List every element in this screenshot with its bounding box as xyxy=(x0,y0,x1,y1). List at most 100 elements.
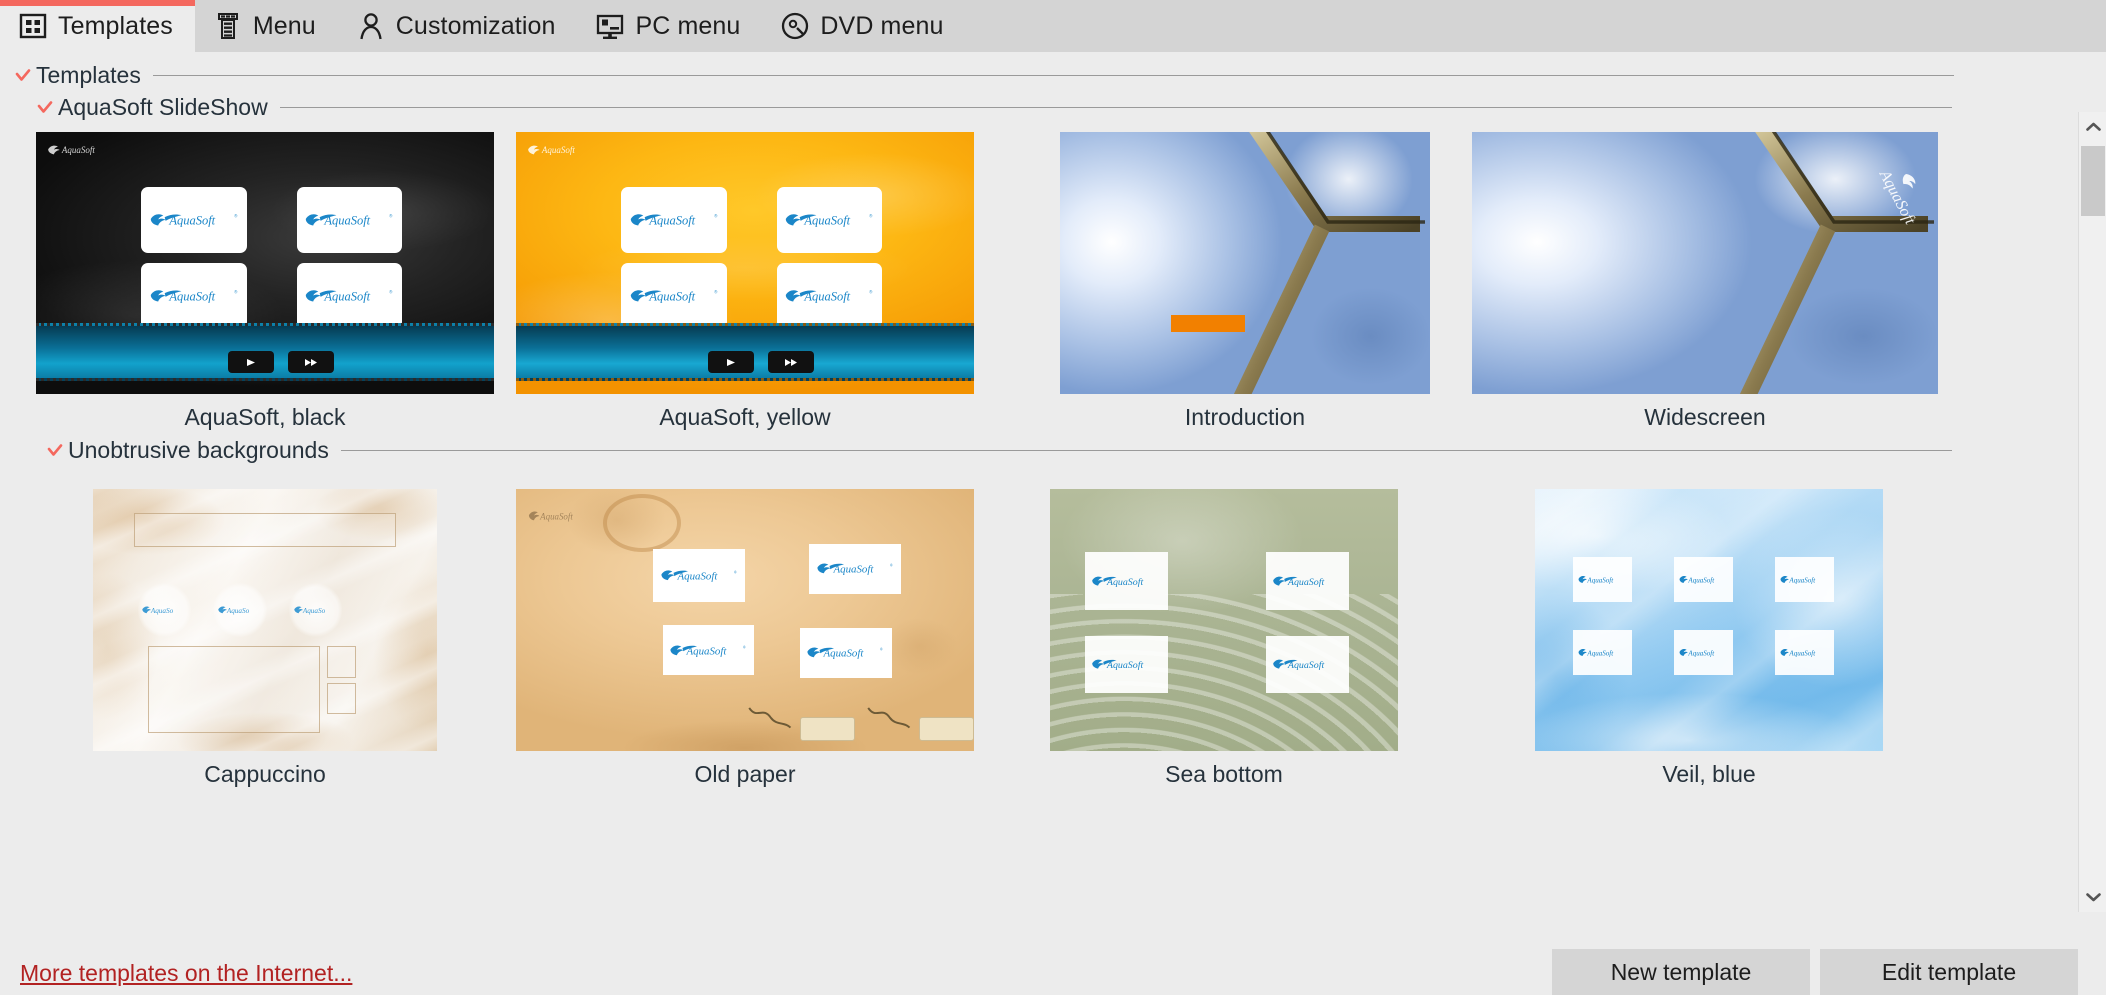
template-label: Veil, blue xyxy=(1535,761,1883,788)
group-divider xyxy=(280,107,1952,108)
chevron-collapse-icon[interactable] xyxy=(36,99,54,117)
svg-text:AquaSoft: AquaSoft xyxy=(1287,660,1325,671)
template-tile[interactable]: Introduction xyxy=(1060,132,1430,431)
logo-card: AquaSoft xyxy=(1674,557,1733,602)
tab-pc-menu-label: PC menu xyxy=(635,12,740,41)
template-tile[interactable]: AquaSoft AquaSoft ® AquaSoft ® xyxy=(516,132,974,431)
logo-card: AquaSoft ® xyxy=(621,187,726,253)
svg-text:AquaSoft: AquaSoft xyxy=(1788,576,1816,584)
corner-watermark-logo: AquaSoft xyxy=(1876,146,1916,238)
aquasoft-logo-icon: AquaSoft xyxy=(1090,644,1163,684)
vertical-scrollbar[interactable] xyxy=(2078,112,2106,912)
aquasoft-logo-icon: AquaSo xyxy=(217,599,263,622)
scrollbar-thumb[interactable] xyxy=(2081,146,2105,216)
svg-text:®: ® xyxy=(390,213,393,218)
logo-card: AquaSoft xyxy=(1266,636,1350,694)
logo-card: AquaSoft xyxy=(1775,557,1834,602)
logo-card: AquaSoft ® xyxy=(297,263,402,329)
svg-text:AquaSoft: AquaSoft xyxy=(804,213,851,227)
template-thumbnail-widescreen[interactable]: AquaSoft xyxy=(1472,132,1938,394)
template-tile[interactable]: AquaSo AquaSo AquaSo Cappuccino xyxy=(93,489,437,788)
tab-customization[interactable]: Customization xyxy=(338,0,578,52)
aquasoft-logo-icon: AquaSoft ® xyxy=(815,551,896,586)
section-title: Templates xyxy=(34,62,151,89)
template-thumbnail-aquasoft-yellow[interactable]: AquaSoft AquaSoft ® AquaSoft ® xyxy=(516,132,974,394)
group-header-unobtrusive-backgrounds[interactable]: Unobtrusive backgrounds xyxy=(46,437,1952,464)
svg-text:®: ® xyxy=(714,213,717,218)
corner-watermark-logo: AquaSoft xyxy=(46,140,118,160)
aquasoft-logo-icon: AquaSoft ® xyxy=(628,197,721,243)
svg-text:®: ® xyxy=(234,289,237,294)
corner-watermark-logo: AquaSoft xyxy=(527,507,589,525)
section-divider xyxy=(153,75,1954,76)
template-thumbnail-introduction[interactable] xyxy=(1060,132,1430,394)
template-tile[interactable]: AquaSoft AquaSoft AquaSoft AquaSoft xyxy=(1535,489,1883,788)
aquasoft-logo-icon: AquaSoft xyxy=(1678,637,1730,668)
template-tile[interactable]: AquaSoft AquaSoft ® AquaSoft ® xyxy=(36,132,494,431)
logo-card: AquaSoft ® xyxy=(297,187,402,253)
template-thumbnail-old-paper[interactable]: AquaSoft AquaSoft ® AquaSoft ® xyxy=(516,489,974,751)
chevron-collapse-icon[interactable] xyxy=(14,67,32,85)
scroll-down-button[interactable] xyxy=(2079,882,2106,912)
background-veils-overlay xyxy=(1535,489,1883,751)
templates-panel: Templates AquaSoft SlideShow AquaSoft Aq… xyxy=(0,52,2106,960)
group-title: AquaSoft SlideShow xyxy=(56,94,278,121)
logo-card: AquaSoft ® xyxy=(653,549,745,601)
template-thumbnail-aquasoft-black[interactable]: AquaSoft AquaSoft ® AquaSoft ® xyxy=(36,132,494,394)
logo-card: AquaSoft xyxy=(1573,557,1632,602)
aquasoft-logo-icon: AquaSoft ® xyxy=(148,197,241,243)
section-header-templates[interactable]: Templates xyxy=(14,62,1954,89)
corner-watermark-logo: AquaSoft xyxy=(526,140,598,160)
svg-text:AquaSoft: AquaSoft xyxy=(1586,649,1614,657)
logo-card: AquaSoft ® xyxy=(809,544,901,594)
template-tile[interactable]: AquaSoft AquaSoft ® AquaSoft ® xyxy=(516,489,974,788)
svg-text:AquaSoft: AquaSoft xyxy=(539,511,573,521)
template-thumbnail-sea-bottom[interactable]: AquaSoft AquaSoft AquaSoft xyxy=(1050,489,1398,751)
logo-card: AquaSoft xyxy=(1775,630,1834,675)
logo-card: AquaSoft ® xyxy=(141,263,246,329)
fast-forward-button-icon xyxy=(288,351,334,373)
more-templates-link[interactable]: More templates on the Internet... xyxy=(20,960,352,987)
chevron-collapse-icon[interactable] xyxy=(46,442,64,460)
logo-card: AquaSoft ® xyxy=(777,187,882,253)
logo-card: AquaSoft xyxy=(1085,552,1169,610)
logo-circle: AquaSo xyxy=(289,583,342,637)
aquasoft-logo-icon: AquaSoft ® xyxy=(783,273,876,319)
new-template-button[interactable]: New template xyxy=(1552,949,1810,995)
aquasoft-logo-icon: AquaSoft ® xyxy=(148,273,241,319)
tab-pc-menu[interactable]: PC menu xyxy=(577,0,762,52)
scroll-up-button[interactable] xyxy=(2079,112,2106,142)
svg-text:AquaSoft: AquaSoft xyxy=(168,213,215,227)
template-thumbnail-cappuccino[interactable]: AquaSo AquaSo AquaSo xyxy=(93,489,437,751)
template-label: Cappuccino xyxy=(93,761,437,788)
aquasoft-logo-icon: AquaSoft xyxy=(1577,637,1629,668)
hexagon-frame-decoration xyxy=(1472,132,1938,394)
aquasoft-logo-icon: AquaSoft xyxy=(1678,564,1730,595)
aquasoft-logo-icon: AquaSo xyxy=(293,599,339,622)
template-label: Sea bottom xyxy=(1050,761,1398,788)
play-button-icon xyxy=(708,351,754,373)
edit-template-button[interactable]: Edit template xyxy=(1820,949,2078,995)
title-placeholder-frame xyxy=(134,513,395,547)
svg-text:AquaSoft: AquaSoft xyxy=(648,289,695,303)
template-tile[interactable]: AquaSoft Widescreen xyxy=(1472,132,1938,431)
tab-templates[interactable]: Templates xyxy=(0,0,195,52)
aquasoft-logo-icon: AquaSoft xyxy=(1577,564,1629,595)
svg-text:®: ® xyxy=(390,289,393,294)
content-placeholder-frame xyxy=(148,646,320,732)
logo-card: AquaSoft xyxy=(1573,630,1632,675)
svg-text:AquaSoft: AquaSoft xyxy=(1287,576,1325,587)
tab-dvd-menu[interactable]: DVD menu xyxy=(762,0,965,52)
tab-menu[interactable]: Menu xyxy=(195,0,338,52)
aquasoft-logo-icon: AquaSoft ® xyxy=(303,197,396,243)
svg-text:AquaSoft: AquaSoft xyxy=(804,289,851,303)
main-tab-bar: Templates Menu Customization PC menu DVD… xyxy=(0,0,2106,52)
template-thumbnail-veil-blue[interactable]: AquaSoft AquaSoft AquaSoft AquaSoft xyxy=(1535,489,1883,751)
logo-circle: AquaSo xyxy=(138,583,191,637)
svg-text:AquaSoft: AquaSoft xyxy=(1106,576,1144,587)
grid-icon xyxy=(18,11,48,41)
svg-text:AquaSoft: AquaSoft xyxy=(324,289,371,303)
template-tile[interactable]: AquaSoft AquaSoft AquaSoft xyxy=(1050,489,1398,788)
svg-text:AquaSoft: AquaSoft xyxy=(1788,649,1816,657)
group-header-aquasoft-slideshow[interactable]: AquaSoft SlideShow xyxy=(36,94,1952,121)
